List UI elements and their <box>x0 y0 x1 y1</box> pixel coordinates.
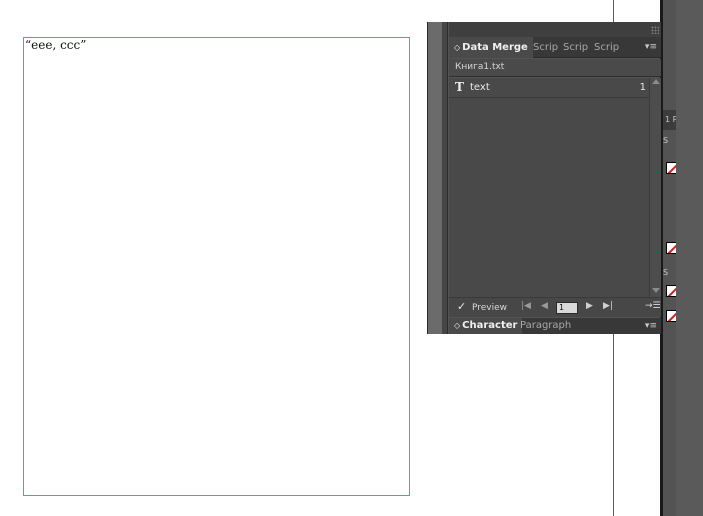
last-record-icon[interactable]: ▶| <box>603 301 613 311</box>
source-file-row: Книга1.txt <box>449 59 661 77</box>
none-swatch-icon[interactable] <box>666 242 676 254</box>
panel-menu-icon[interactable]: ▾≡ <box>645 37 657 58</box>
record-number-input[interactable]: 1 <box>556 302 578 314</box>
side-panel-tab2[interactable]: S <box>663 268 676 277</box>
tab-scripts-2[interactable]: Scrip <box>563 37 588 58</box>
panel-resize-grip-icon[interactable] <box>651 26 659 34</box>
text-frame-swatch-icon[interactable] <box>666 285 676 297</box>
scroll-down-arrow-icon[interactable] <box>652 288 660 293</box>
first-record-icon[interactable]: |◀ <box>521 301 531 311</box>
character-tab-row: ◇ Character Paragraph ▾≡ <box>449 318 661 334</box>
side-panel-partial: 1 P S S <box>663 110 676 335</box>
data-merge-toolbar: ✓ Preview |◀ ◀ 1 ▶ ▶| →☰ <box>449 297 661 317</box>
panel-gripper[interactable] <box>428 22 448 334</box>
side-panel-row-label: S <box>663 136 669 145</box>
character-panel-menu-icon[interactable]: ▾≡ <box>645 318 657 334</box>
field-count: 1 <box>639 82 646 93</box>
tab-character[interactable]: ◇ Character <box>449 318 523 334</box>
panel-title-bar[interactable] <box>449 22 661 37</box>
preview-checkbox[interactable]: ✓ <box>457 301 469 313</box>
preview-label: Preview <box>472 303 508 313</box>
collapse-icon[interactable]: ◇ <box>454 43 460 52</box>
list-item[interactable]: T text 1 <box>449 78 649 98</box>
tab-data-merge[interactable]: ◇ Data Merge <box>449 37 533 58</box>
document-text[interactable]: “eee, ccc” <box>25 38 86 52</box>
document-text-frame[interactable]: “eee, ccc” <box>23 37 410 496</box>
text-swatch-icon[interactable] <box>666 162 676 174</box>
data-merge-panel: ◇ Data Merge Scrip Scrip Scrip ▾≡ Книга1.… <box>427 22 661 334</box>
side-panel-tab[interactable]: 1 P <box>663 110 676 130</box>
data-field-list: T text 1 <box>449 78 649 297</box>
source-file-name: Книга1.txt <box>455 62 505 72</box>
none-swatch-icon-2[interactable] <box>666 310 676 322</box>
tab-scripts-1[interactable]: Scrip <box>533 37 558 58</box>
field-name: text <box>470 82 490 93</box>
scroll-up-arrow-icon[interactable] <box>652 79 660 84</box>
data-merge-tab-row: ◇ Data Merge Scrip Scrip Scrip ▾≡ <box>449 37 661 58</box>
tab-scripts-3[interactable]: Scrip <box>594 37 619 58</box>
create-merged-document-icon[interactable]: →☰ <box>645 301 661 311</box>
field-list-scrollbar[interactable] <box>649 78 661 297</box>
previous-record-icon[interactable]: ◀ <box>541 301 548 311</box>
next-record-icon[interactable]: ▶ <box>586 301 593 311</box>
text-field-icon: T <box>455 80 464 94</box>
collapse-icon[interactable]: ◇ <box>454 321 460 330</box>
tab-paragraph[interactable]: Paragraph <box>520 318 571 334</box>
